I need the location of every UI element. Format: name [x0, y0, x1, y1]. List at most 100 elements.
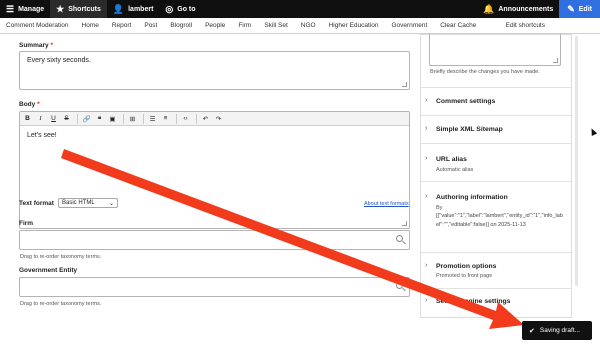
saving-toast: ✔ Saving draft...	[522, 321, 592, 340]
resize-grip-icon[interactable]	[402, 221, 407, 226]
underline-icon[interactable]: U	[48, 113, 59, 124]
strikethrough-icon[interactable]: S	[61, 113, 72, 124]
source-code-icon[interactable]: ‹›	[180, 113, 191, 124]
chevron-right-icon: ›	[425, 262, 428, 269]
link-icon[interactable]: 🔗	[81, 113, 92, 124]
announcements-button[interactable]: 🔔 Announcements	[477, 0, 559, 18]
numbered-list-icon[interactable]: ≡	[160, 113, 171, 124]
gov-entity-input[interactable]	[19, 277, 410, 297]
star-icon: ★	[56, 3, 65, 14]
shortcut-link[interactable]: Firm	[238, 22, 251, 29]
text-format-value: Basic HTML	[62, 200, 95, 206]
body-label: Body *	[19, 101, 40, 108]
chevron-right-icon: ›	[425, 155, 428, 162]
shortcut-link[interactable]: Home	[82, 22, 99, 29]
body-value: Let's see!	[27, 132, 57, 139]
sidebar-section-search-engine[interactable]: › Search engine settings	[421, 288, 571, 312]
toolbar-divider	[176, 113, 177, 124]
manage-label: Manage	[18, 5, 45, 13]
shortcuts-button[interactable]: ★ Shortcuts	[50, 0, 107, 18]
firm-label: Firm	[19, 220, 34, 227]
shortcut-link[interactable]: NGO	[301, 22, 316, 29]
shortcut-link[interactable]: Comment Moderation	[6, 22, 69, 29]
chevron-right-icon: ›	[425, 125, 428, 132]
section-title: Simple XML Sitemap	[436, 126, 503, 133]
revision-hint: Briefly describe the changes you have ma…	[430, 69, 540, 75]
shortcut-link[interactable]: Report	[112, 22, 132, 29]
edit-button[interactable]: ✎ Edit	[559, 0, 600, 18]
goto-label: Go to	[177, 5, 196, 13]
shortcut-link[interactable]: People	[205, 22, 225, 29]
image-icon[interactable]: ▣	[107, 113, 118, 124]
goto-icon: ◎	[165, 3, 174, 14]
sidebar-section-sitemap[interactable]: › Simple XML Sitemap	[421, 115, 571, 143]
user-button[interactable]: 👤 lambert	[107, 0, 160, 18]
bold-icon[interactable]: B	[22, 113, 33, 124]
summary-value: Every sixty seconds.	[27, 57, 91, 64]
firm-input[interactable]	[19, 230, 410, 250]
shortcut-link[interactable]: Post	[144, 22, 157, 29]
required-mark: *	[50, 42, 53, 49]
section-title: Comment settings	[436, 98, 496, 105]
shortcut-link[interactable]: Clear Cache	[440, 22, 476, 29]
body-label-text: Body	[19, 101, 36, 108]
revision-log-textarea[interactable]	[429, 34, 561, 66]
shortcut-link[interactable]: Higher Education	[329, 22, 379, 29]
sidebar-section-promotion[interactable]: › Promotion options Promoted to front pa…	[421, 252, 571, 288]
section-title: Promotion options	[436, 263, 497, 270]
sidebar-section-comment-settings[interactable]: › Comment settings	[421, 87, 571, 115]
resize-grip-icon[interactable]	[402, 82, 407, 87]
firm-hint: Drag to re-order taxonomy terms.	[20, 254, 102, 260]
section-title: URL alias	[436, 156, 467, 163]
section-subtitle: Promoted to front page	[436, 273, 493, 279]
text-format-select[interactable]: Basic HTML ⌄	[58, 198, 118, 208]
authoring-detail: [{"value":"1","label":"lambert","entity_…	[436, 213, 563, 228]
pencil-icon: ✎	[567, 3, 575, 14]
summary-label-text: Summary	[19, 42, 49, 49]
summary-textarea[interactable]: Every sixty seconds.	[19, 51, 410, 90]
bell-icon: 🔔	[483, 3, 495, 14]
sidebar-section-authoring[interactable]: › Authoring information By [{"value":"1"…	[421, 181, 571, 252]
italic-icon[interactable]: I	[35, 113, 46, 124]
summary-label: Summary *	[19, 42, 53, 49]
manage-button[interactable]: ☰ Manage	[0, 0, 50, 18]
user-label: lambert	[128, 5, 154, 13]
chevron-right-icon: ›	[425, 297, 428, 304]
shortcuts-tray: Comment Moderation Home Report Post Blog…	[0, 18, 600, 34]
blockquote-icon[interactable]: ❝	[94, 113, 105, 124]
goto-button[interactable]: ◎ Go to	[159, 0, 201, 18]
section-subtitle: Automatic alias	[436, 167, 474, 173]
shortcut-link[interactable]: Government	[391, 22, 427, 29]
bulleted-list-icon[interactable]: ☰	[147, 113, 158, 124]
required-mark: *	[37, 101, 40, 108]
gov-hint: Drag to re-order taxonomy terms.	[20, 301, 102, 307]
search-icon	[396, 235, 406, 245]
section-title: Authoring information	[436, 194, 508, 201]
undo-icon[interactable]: ↶	[200, 113, 211, 124]
edit-label: Edit	[578, 5, 592, 13]
search-icon	[396, 282, 406, 292]
shortcut-link[interactable]: Blogroll	[170, 22, 192, 29]
resize-grip-icon[interactable]	[553, 58, 558, 63]
authoring-by: By	[436, 205, 443, 211]
redo-icon[interactable]: ↷	[213, 113, 224, 124]
text-format-label: Text format	[19, 200, 54, 207]
about-text-formats-link[interactable]: About text formats	[364, 201, 409, 207]
shortcuts-label: Shortcuts	[68, 5, 101, 13]
user-icon: 👤	[112, 3, 125, 14]
mouse-cursor-icon	[588, 127, 598, 136]
toast-message: Saving draft...	[539, 327, 580, 334]
section-title: Search engine settings	[436, 298, 511, 305]
shortcut-link[interactable]: Skill Set	[264, 22, 287, 29]
sidebar-scrollbar[interactable]	[575, 36, 578, 286]
edit-shortcuts-link[interactable]: Edit shortcuts	[506, 22, 545, 29]
editor-toolbar: B I U S 🔗 ❝ ▣ ⊞ ☰ ≡ ‹› ↶ ↷	[20, 112, 409, 126]
chevron-right-icon: ›	[425, 193, 428, 200]
table-icon[interactable]: ⊞	[127, 113, 138, 124]
hamburger-icon: ☰	[6, 3, 15, 14]
body-editor[interactable]: Let's see!	[19, 111, 410, 229]
sidebar-section-url-alias[interactable]: › URL alias Automatic alias	[421, 143, 571, 181]
chevron-down-icon: ⌄	[108, 200, 114, 207]
chevron-right-icon: ›	[425, 97, 428, 104]
announcements-label: Announcements	[498, 5, 554, 13]
